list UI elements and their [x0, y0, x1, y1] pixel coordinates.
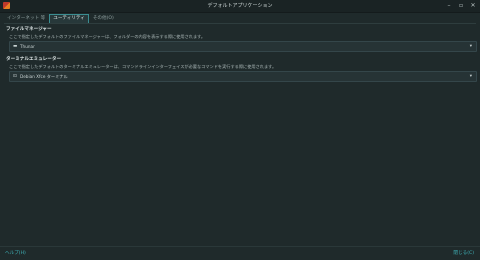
footer-divider	[0, 246, 480, 247]
tab-divider	[4, 23, 476, 24]
close-button[interactable]: 閉じる(C)	[453, 250, 474, 257]
terminal-description: ここで指定したデフォルトのターミナルエミュレーターは、コマンドラインインターフェ…	[9, 64, 277, 69]
file-manager-title: ファイルマネージャー	[6, 27, 52, 32]
minimize-icon[interactable]: –	[446, 2, 452, 10]
terminal-selected: Debian Xfce ターミナル	[20, 74, 68, 79]
chevron-down-icon: ▾	[469, 44, 472, 49]
chevron-down-icon: ▾	[469, 74, 472, 79]
window-title: デフォルトアプリケーション	[207, 3, 273, 9]
maximize-icon[interactable]: ▫	[458, 2, 464, 10]
tab-internet[interactable]: インターネット 等	[4, 14, 48, 23]
file-manager-select[interactable]: ▬ Thunar ▾	[9, 41, 477, 52]
terminal-title: ターミナルエミュレーター	[6, 57, 62, 62]
title-bar: デフォルトアプリケーション – ▫ ✕	[0, 0, 480, 13]
help-button[interactable]: ヘルプ(H)	[5, 250, 26, 257]
file-manager-description: ここで指定したデフォルトのファイルマネージャーは、フォルダーの内容を表示する際に…	[9, 34, 206, 39]
terminal-icon: ⊡	[13, 74, 17, 79]
window-controls: – ▫ ✕	[446, 2, 476, 10]
close-icon[interactable]: ✕	[470, 2, 476, 10]
tab-others[interactable]: その他(O)	[90, 14, 117, 23]
tab-utilities[interactable]: ユーティリティ	[49, 14, 89, 23]
terminal-select[interactable]: ⊡ Debian Xfce ターミナル ▾	[9, 71, 477, 82]
folder-icon: ▬	[13, 44, 18, 49]
tab-bar: インターネット 等 ユーティリティ その他(O)	[4, 14, 117, 23]
file-manager-selected: Thunar	[20, 44, 35, 49]
